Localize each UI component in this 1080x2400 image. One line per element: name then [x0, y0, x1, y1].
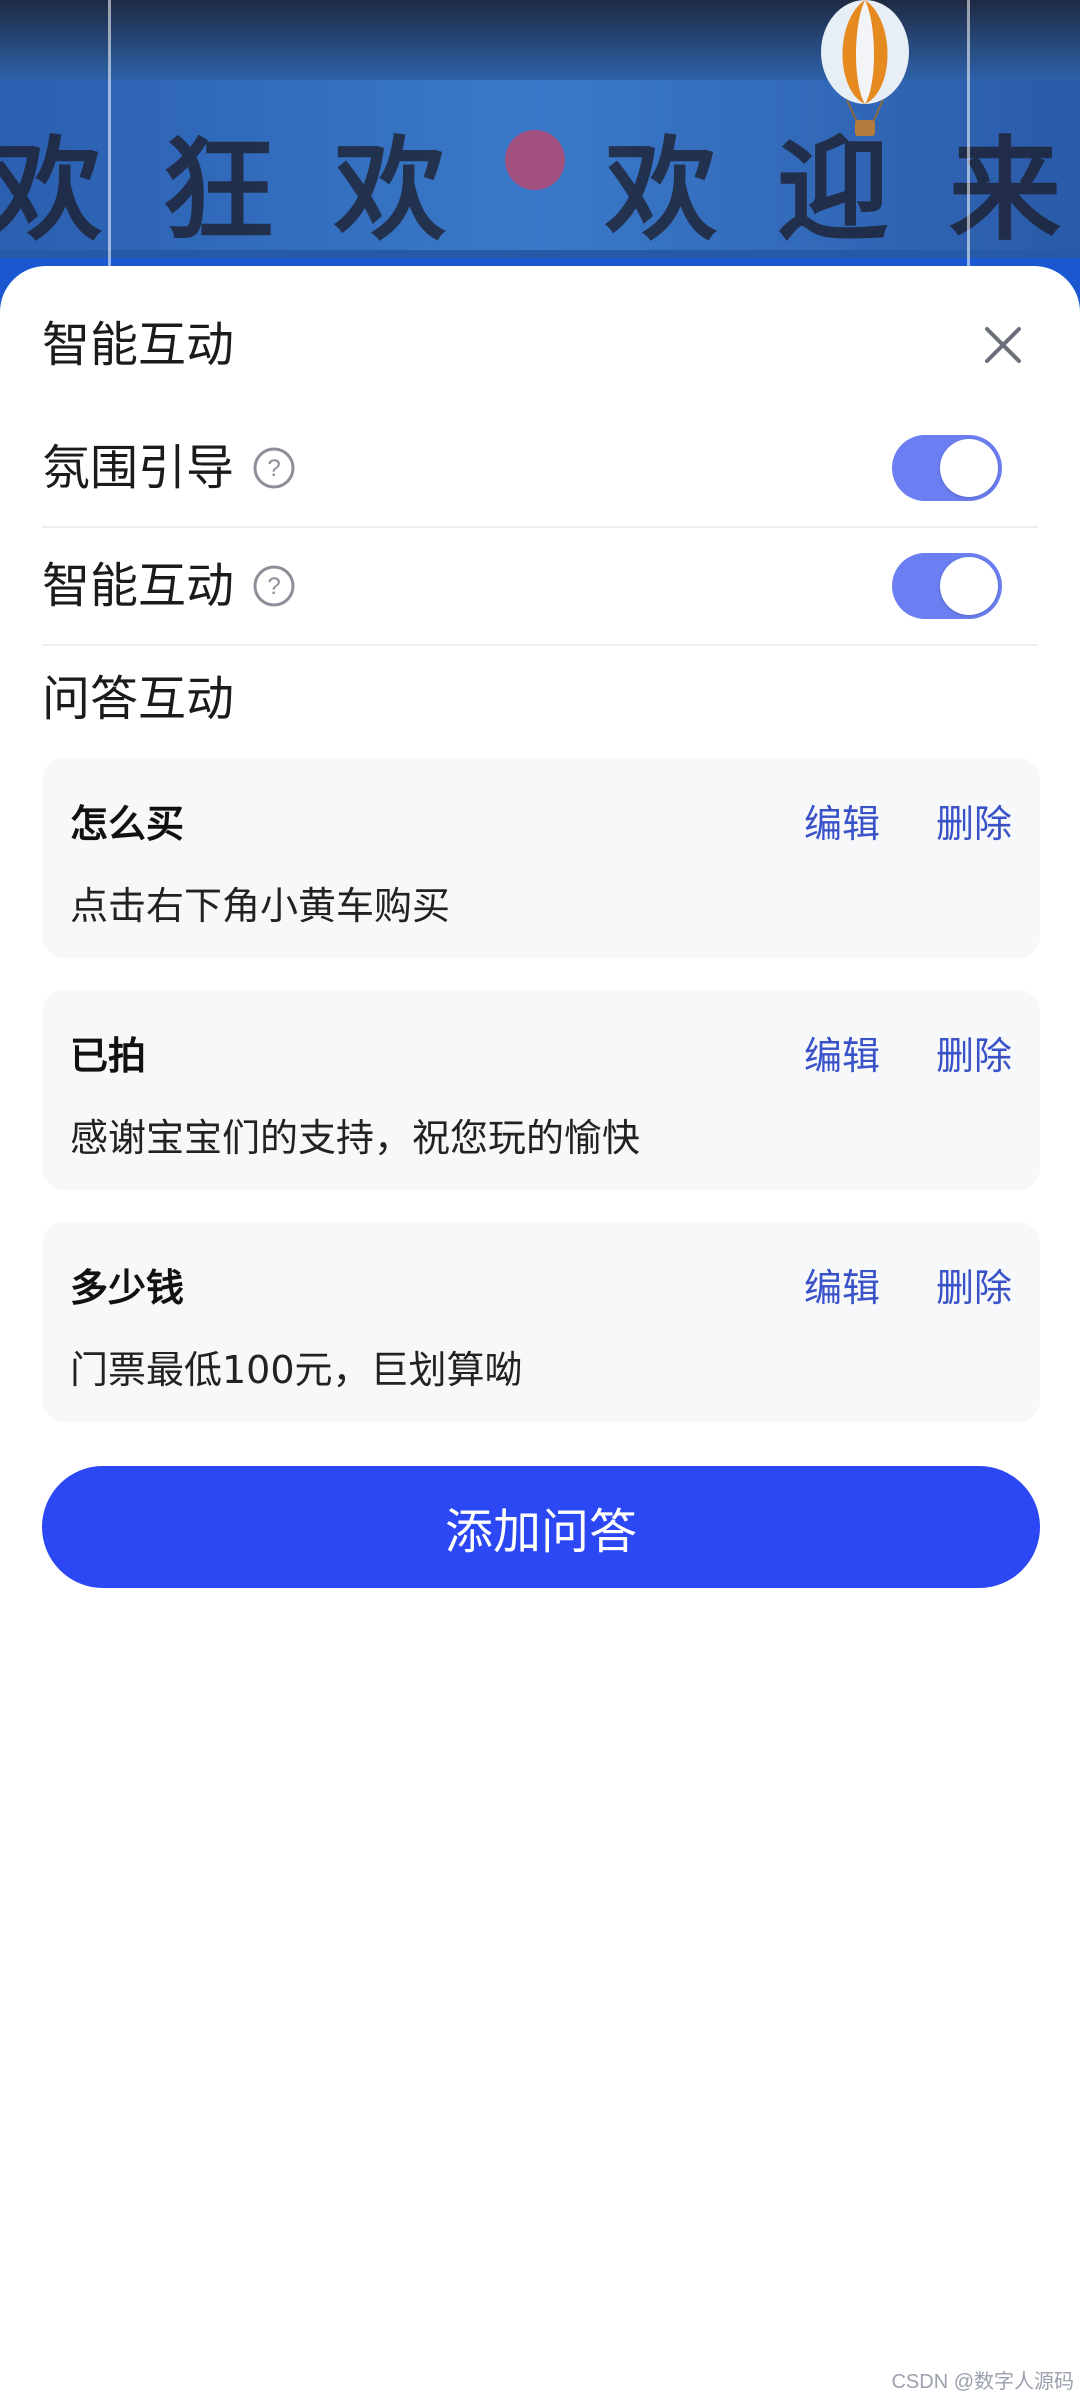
delete-button[interactable]: 删除	[936, 1260, 1012, 1316]
toggle-knob	[940, 557, 998, 615]
delete-button[interactable]: 删除	[936, 1028, 1012, 1084]
qa-answer: 点击右下角小黄车购买	[70, 884, 451, 928]
add-qa-button[interactable]: 添加问答	[42, 1466, 1040, 1588]
smart-interaction-toggle[interactable]	[892, 553, 1002, 619]
setting-label: 氛围引导	[42, 440, 235, 496]
atmosphere-toggle[interactable]	[892, 435, 1002, 501]
setting-label: 智能互动	[42, 558, 235, 614]
setting-row-atmosphere: 氛围引导 ?	[42, 410, 1038, 528]
svg-text:?: ?	[267, 455, 280, 482]
question-circle-icon[interactable]: ?	[252, 446, 296, 490]
sheet-header: 智能互动	[42, 310, 1038, 380]
edit-button[interactable]: 编辑	[804, 1260, 880, 1316]
close-icon	[985, 327, 1021, 363]
close-button[interactable]	[968, 310, 1038, 380]
delete-button[interactable]: 删除	[936, 796, 1012, 852]
qa-question: 已拍	[70, 1034, 147, 1078]
toggle-knob	[940, 439, 998, 497]
qa-card: 已拍 编辑 删除 感谢宝宝们的支持，祝您玩的愉快	[42, 990, 1040, 1190]
setting-row-smart-interaction: 智能互动 ?	[42, 528, 1038, 646]
qa-answer: 感谢宝宝们的支持，祝您玩的愉快	[70, 1116, 641, 1160]
qa-section-title: 问答互动	[42, 671, 235, 727]
qa-answer: 门票最低100元，巨划算呦	[70, 1348, 523, 1392]
qa-card: 怎么买 编辑 删除 点击右下角小黄车购买	[42, 758, 1040, 958]
edit-button[interactable]: 编辑	[804, 796, 880, 852]
qa-question: 怎么买	[70, 802, 185, 846]
question-circle-icon[interactable]: ?	[252, 564, 296, 608]
qa-question: 多少钱	[70, 1266, 185, 1310]
watermark: CSDN @数字人源码	[891, 2371, 1074, 2393]
qa-card: 多少钱 编辑 删除 门票最低100元，巨划算呦	[42, 1222, 1040, 1422]
edit-button[interactable]: 编辑	[804, 1028, 880, 1084]
hot-air-balloon-icon	[821, 0, 909, 136]
svg-text:?: ?	[267, 573, 280, 600]
sheet-title: 智能互动	[42, 317, 235, 373]
interaction-sheet: 智能互动 氛围引导 ? 智能互动 ? 问答互动 怎么买 编辑 删除 点击右下角小…	[0, 266, 1080, 2400]
